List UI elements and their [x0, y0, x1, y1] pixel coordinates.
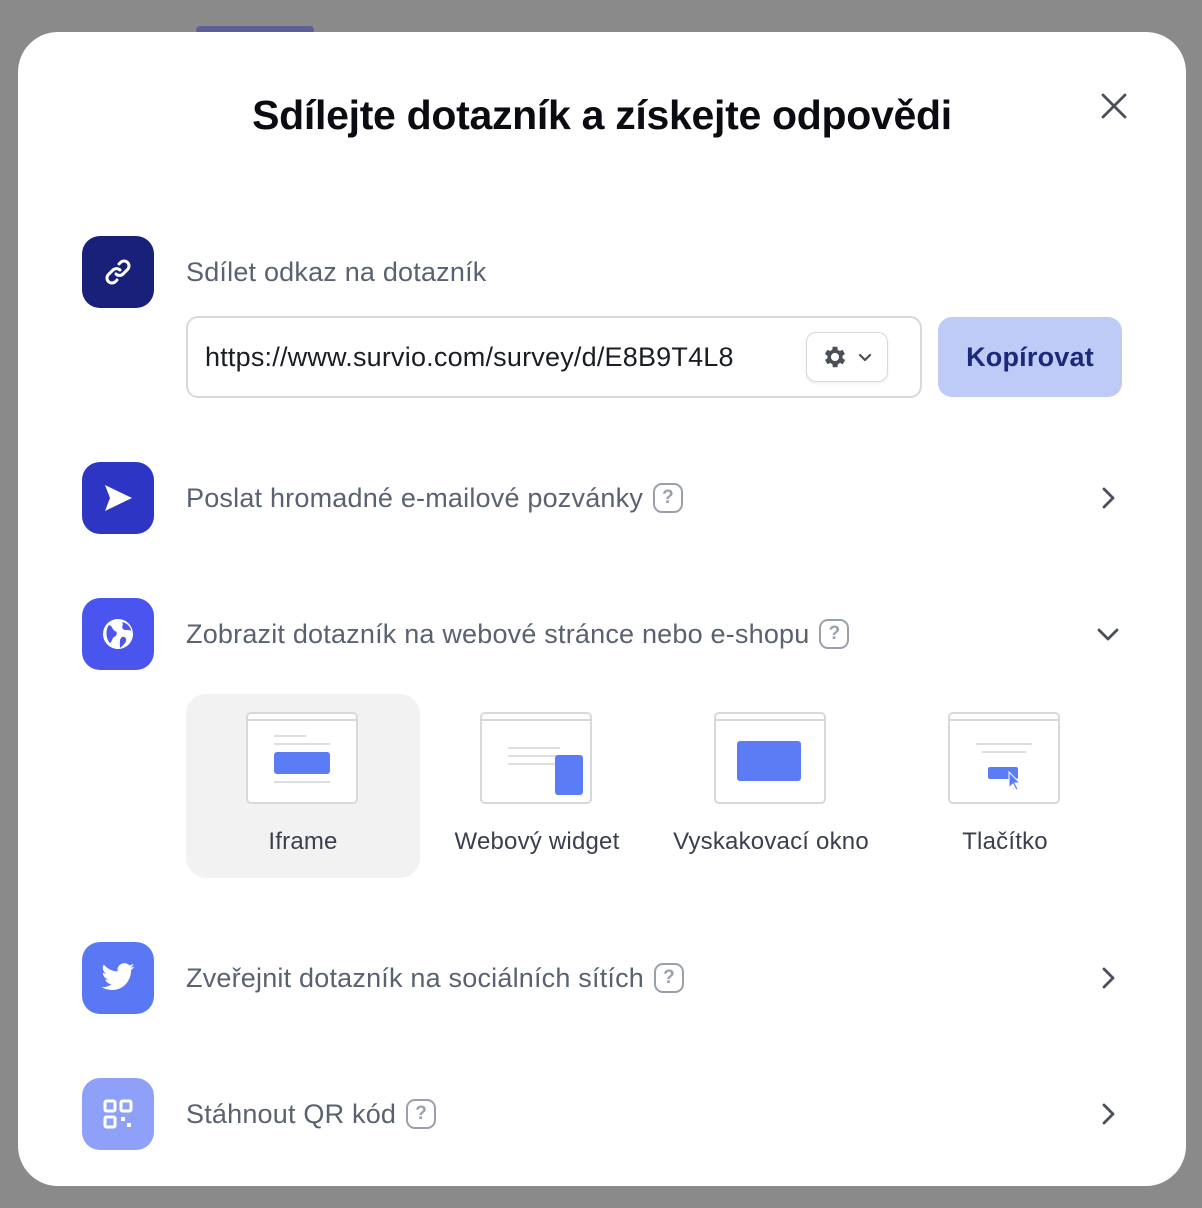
chevron-down-icon — [1094, 620, 1122, 648]
survey-link-url[interactable]: https://www.survio.com/survey/d/E8B9T4L8 — [205, 342, 789, 373]
help-icon[interactable]: ? — [406, 1099, 437, 1129]
link-icon — [82, 236, 154, 308]
twitter-icon — [82, 942, 154, 1014]
social-networks-label: Zveřejnit dotazník na sociálních sítích — [186, 962, 645, 993]
qr-code-icon — [82, 1078, 154, 1150]
help-icon[interactable]: ? — [654, 963, 685, 993]
chevron-right-icon — [1094, 1100, 1122, 1128]
qr-code-row[interactable]: Stáhnout QR kód ? — [82, 1078, 1122, 1150]
embed-option-label: Vyskakovací okno — [673, 828, 869, 855]
chevron-right-icon — [1094, 964, 1122, 992]
send-icon — [82, 462, 154, 534]
qr-code-label: Stáhnout QR kód — [186, 1098, 397, 1129]
chevron-down-icon — [858, 353, 872, 362]
embed-option-label: Iframe — [268, 828, 338, 855]
widget-illustration-icon — [480, 712, 592, 804]
embed-option-label: Webový widget — [454, 828, 620, 855]
social-networks-row[interactable]: Zveřejnit dotazník na sociálních sítích … — [82, 942, 1122, 1014]
website-embed-label: Zobrazit dotazník na webové stránce nebo… — [186, 618, 810, 649]
email-invitations-row[interactable]: Poslat hromadné e-mailové pozvánky ? — [82, 462, 1122, 534]
close-icon — [1101, 93, 1127, 119]
embed-option-label: Tlačítko — [962, 828, 1048, 855]
share-link-label: Sdílet odkaz na dotazník — [186, 256, 487, 287]
gear-icon — [824, 346, 846, 368]
help-icon[interactable]: ? — [653, 483, 684, 513]
globe-icon — [82, 598, 154, 670]
chevron-right-icon — [1094, 484, 1122, 512]
embed-option-iframe[interactable]: Iframe — [186, 694, 420, 878]
share-modal: Sdílejte dotazník a získejte odpovědi Sd… — [18, 32, 1186, 1186]
copy-button[interactable]: Kopírovat — [938, 317, 1122, 397]
embed-option-widget[interactable]: Webový widget — [420, 694, 654, 878]
embed-options: Iframe Webový widget Vyskakovací okno Tl… — [186, 694, 1122, 878]
embed-option-popup[interactable]: Vyskakovací okno — [654, 694, 888, 878]
website-embed-row[interactable]: Zobrazit dotazník na webové stránce nebo… — [82, 598, 1122, 670]
share-link-section: Sdílet odkaz na dotazník — [82, 236, 1122, 308]
button-illustration-icon — [948, 712, 1060, 804]
close-button[interactable] — [1096, 88, 1132, 124]
embed-option-button[interactable]: Tlačítko — [888, 694, 1122, 878]
link-settings-button[interactable] — [806, 332, 888, 382]
email-invitations-label: Poslat hromadné e-mailové pozvánky — [186, 482, 644, 513]
iframe-illustration-icon — [246, 712, 358, 804]
modal-title: Sdílejte dotazník a získejte odpovědi — [252, 92, 952, 138]
survey-link-field[interactable]: https://www.survio.com/survey/d/E8B9T4L8 — [186, 316, 922, 398]
help-icon[interactable]: ? — [819, 619, 850, 649]
popup-illustration-icon — [714, 712, 826, 804]
